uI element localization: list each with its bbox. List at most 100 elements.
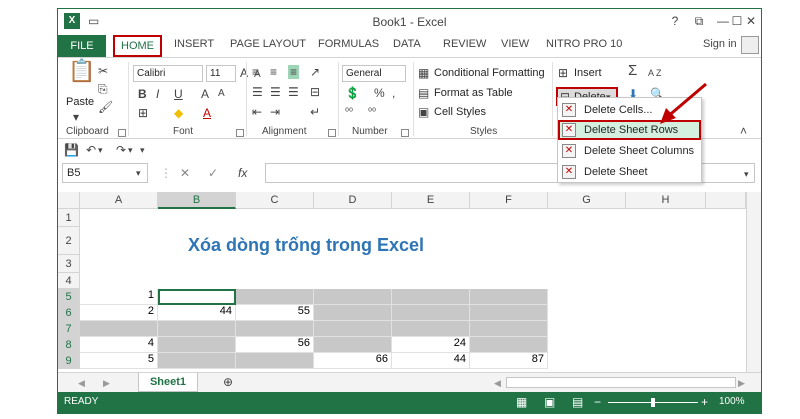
align-center-icon[interactable]: ☰: [270, 85, 281, 99]
tab-review[interactable]: REVIEW: [443, 38, 486, 50]
bottom-align-icon[interactable]: ≡: [288, 65, 300, 79]
top-align-icon[interactable]: ≡: [252, 65, 259, 79]
paste-icon[interactable]: 📋: [68, 60, 95, 82]
scroll-left-icon[interactable]: ◀: [494, 376, 501, 390]
cell-b9[interactable]: [158, 353, 236, 369]
cell-f8[interactable]: [470, 337, 548, 353]
clipboard-launcher-icon[interactable]: [118, 129, 126, 137]
menu-item-delete-sheet[interactable]: ✕ Delete Sheet: [558, 162, 701, 182]
accounting-format-icon[interactable]: 💲: [345, 86, 360, 100]
cell-e6[interactable]: [392, 305, 470, 321]
row-header-4[interactable]: 4: [58, 273, 80, 289]
conditional-formatting-button[interactable]: Conditional Formatting: [434, 67, 545, 79]
chevron-down-icon[interactable]: ▾: [73, 110, 79, 124]
cell-b8[interactable]: [158, 337, 236, 353]
cell-a8[interactable]: 4: [80, 337, 158, 353]
column-header-b[interactable]: B: [158, 192, 236, 209]
cell-a6[interactable]: 2: [80, 305, 158, 321]
cell-d8[interactable]: [314, 337, 392, 353]
new-sheet-icon[interactable]: ⊕: [223, 375, 233, 389]
number-format-select[interactable]: General: [342, 65, 406, 82]
column-header-h[interactable]: H: [626, 192, 706, 209]
scroll-right-icon[interactable]: ▶: [738, 376, 745, 390]
cell-e7[interactable]: [392, 321, 470, 337]
cell-b7[interactable]: [158, 321, 236, 337]
menu-item-delete-cells[interactable]: ✕ Delete Cells...: [558, 100, 701, 120]
column-header-d[interactable]: D: [314, 192, 392, 209]
chevron-down-icon[interactable]: ▾: [128, 143, 133, 157]
tab-nitro-pro[interactable]: NITRO PRO 10: [546, 38, 622, 50]
sign-in-link[interactable]: Sign in: [703, 38, 737, 50]
alignment-launcher-icon[interactable]: [328, 129, 336, 137]
column-header-e[interactable]: E: [392, 192, 470, 209]
percent-button[interactable]: %: [374, 86, 385, 100]
close-button[interactable]: ✕: [742, 13, 760, 29]
scroll-right-icon[interactable]: ▶: [103, 376, 110, 390]
bold-button[interactable]: B: [138, 87, 147, 101]
sheet-tab-sheet1[interactable]: Sheet1: [138, 373, 198, 392]
cell-b6[interactable]: 44: [158, 305, 236, 321]
avatar[interactable]: [741, 36, 759, 54]
autosum-button[interactable]: Σ: [628, 63, 637, 78]
cell-c9[interactable]: [236, 353, 314, 369]
decrease-decimal-icon[interactable]: ⁰⁰: [368, 106, 376, 120]
tab-insert[interactable]: INSERT: [174, 38, 214, 50]
cell-c7[interactable]: [236, 321, 314, 337]
number-launcher-icon[interactable]: [401, 129, 409, 137]
normal-view-icon[interactable]: ▦: [516, 395, 527, 409]
align-left-icon[interactable]: ☰: [252, 85, 263, 99]
insert-function-icon[interactable]: fx: [238, 166, 247, 180]
row-header-5[interactable]: 5: [58, 289, 80, 305]
undo-icon[interactable]: ↶: [86, 143, 96, 157]
column-header-g[interactable]: G: [548, 192, 626, 209]
merge-center-icon[interactable]: ⊟: [310, 85, 320, 99]
zoom-level[interactable]: 100%: [719, 396, 745, 407]
row-header-8[interactable]: 8: [58, 337, 80, 353]
font-launcher-icon[interactable]: [236, 129, 244, 137]
row-header-7[interactable]: 7: [58, 321, 80, 337]
comma-button[interactable]: ,: [392, 86, 395, 100]
paste-button[interactable]: Paste: [66, 96, 94, 108]
column-header-c[interactable]: C: [236, 192, 314, 209]
format-painter-icon[interactable]: 🖌: [98, 100, 113, 114]
cell-c6[interactable]: 55: [236, 305, 314, 321]
cell-d7[interactable]: [314, 321, 392, 337]
row-header-1[interactable]: 1: [58, 209, 80, 227]
cell-a5[interactable]: 1: [80, 289, 158, 305]
underline-button[interactable]: U: [174, 87, 183, 101]
cell-d6[interactable]: [314, 305, 392, 321]
customize-toolbar-icon[interactable]: ▾: [140, 143, 145, 157]
menu-item-delete-sheet-columns[interactable]: ✕ Delete Sheet Columns: [558, 141, 701, 161]
sheet-headline[interactable]: Xóa dòng trống trong Excel: [188, 235, 424, 256]
save-icon[interactable]: 💾: [64, 143, 79, 157]
orientation-icon[interactable]: ↗: [310, 65, 320, 79]
select-all-corner[interactable]: [58, 192, 80, 209]
help-button[interactable]: ?: [666, 13, 684, 29]
row-header-9[interactable]: 9: [58, 353, 80, 369]
tab-view[interactable]: VIEW: [501, 38, 529, 50]
menu-item-delete-sheet-rows[interactable]: ✕ Delete Sheet Rows: [558, 120, 701, 140]
sort-filter-button[interactable]: A Z: [648, 66, 662, 80]
font-color-icon[interactable]: A: [203, 106, 211, 120]
middle-align-icon[interactable]: ≡: [270, 65, 277, 79]
enter-icon[interactable]: ✓: [208, 166, 218, 180]
cell-e8[interactable]: 24: [392, 337, 470, 353]
insert-button[interactable]: Insert: [574, 67, 602, 79]
shrink-font-icon[interactable]: A: [218, 87, 225, 101]
row-header-2[interactable]: 2: [58, 227, 80, 255]
chevron-down-icon[interactable]: ▾: [98, 143, 103, 157]
borders-icon[interactable]: ⊞: [138, 106, 148, 120]
cell-c5[interactable]: [236, 289, 314, 305]
redo-icon[interactable]: ↷: [116, 143, 126, 157]
column-header-a[interactable]: A: [80, 192, 158, 209]
cell-e5[interactable]: [392, 289, 470, 305]
cell-a7[interactable]: [80, 321, 158, 337]
cell-c8[interactable]: 56: [236, 337, 314, 353]
cell-a9[interactable]: 5: [80, 353, 158, 369]
cell-d9[interactable]: 66: [314, 353, 392, 369]
scroll-left-icon[interactable]: ◀: [78, 376, 85, 390]
ribbon-display-button[interactable]: ⧉: [690, 13, 708, 29]
row-header-6[interactable]: 6: [58, 305, 80, 321]
insert-cells-icon[interactable]: ⊞: [558, 66, 568, 80]
tab-page-layout[interactable]: PAGE LAYOUT: [230, 38, 306, 50]
